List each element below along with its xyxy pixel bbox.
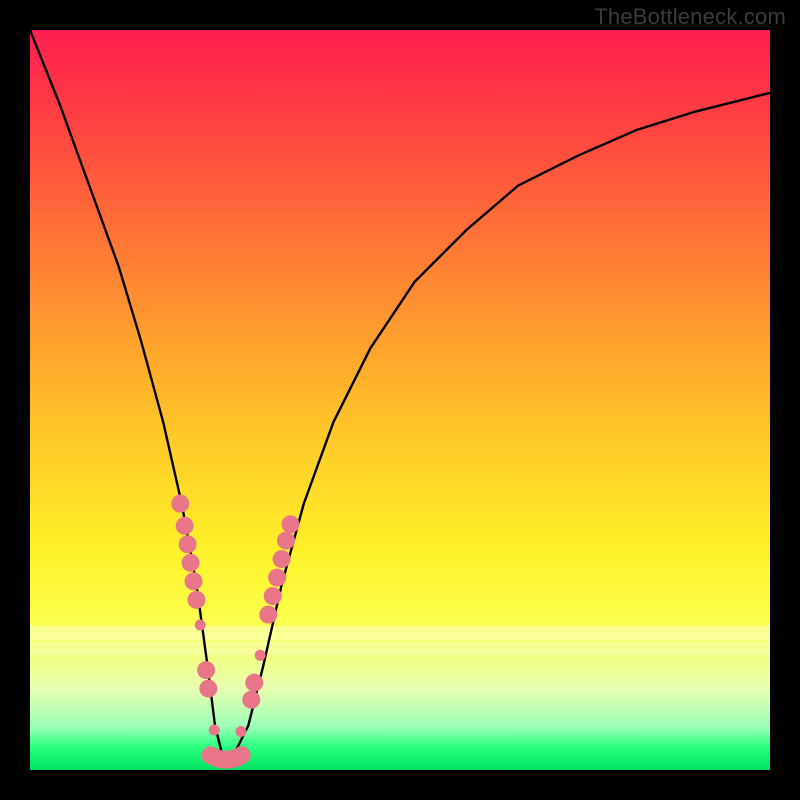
watermark-text: TheBottleneck.com — [594, 4, 786, 30]
marker-dot — [182, 554, 200, 572]
marker-dot — [176, 517, 194, 535]
marker-dot — [255, 650, 266, 661]
marker-dot — [233, 746, 251, 764]
marker-dot — [179, 535, 197, 553]
marker-dot — [242, 691, 260, 709]
marker-dot — [281, 515, 299, 533]
curve-lines — [30, 30, 770, 755]
marker-dot — [273, 550, 291, 568]
marker-dot — [171, 495, 189, 513]
marker-dot — [259, 606, 277, 624]
marker-dot — [235, 726, 246, 737]
marker-dot — [264, 587, 282, 605]
marker-dot — [197, 661, 215, 679]
marker-dot — [245, 674, 263, 692]
bottleneck-curve-path — [30, 30, 770, 755]
chart-frame: TheBottleneck.com — [0, 0, 800, 800]
marker-dot — [199, 680, 217, 698]
marker-dot — [277, 532, 295, 550]
marker-dot — [209, 725, 220, 736]
marker-dots — [171, 495, 299, 769]
plot-area — [30, 30, 770, 770]
marker-dot — [185, 572, 203, 590]
marker-dot — [188, 591, 206, 609]
marker-dot — [268, 569, 286, 587]
marker-dot — [195, 619, 206, 630]
chart-svg — [30, 30, 770, 770]
